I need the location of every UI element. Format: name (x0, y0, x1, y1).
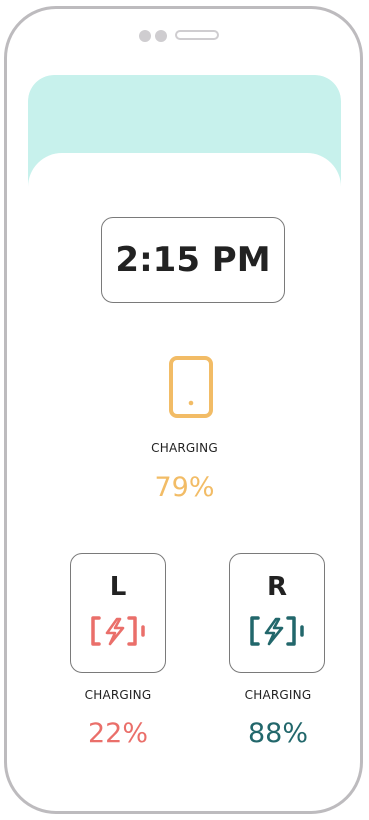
left-earbud-status-label: CHARGING (84, 688, 152, 702)
right-earbud-battery-percent: 88% (247, 718, 308, 749)
right-earbud-card: R (229, 553, 325, 673)
smartphone-icon (169, 356, 213, 418)
right-earbud-letter: R (266, 572, 288, 602)
right-earbud-status-label: CHARGING (244, 688, 312, 702)
left-earbud-battery-percent: 22% (87, 718, 148, 749)
left-earbud-letter: L (109, 572, 127, 602)
battery-charging-icon (250, 616, 304, 646)
speaker-grille (175, 30, 219, 40)
camera-notch (135, 26, 225, 44)
phone-status-label: CHARGING (151, 441, 218, 455)
time-text: 2:15 PM (115, 240, 271, 280)
app-screen: 2:15 PM CHARGING 79% L CHARGING 22% R CH… (28, 75, 341, 799)
phone-battery-percent: 79% (154, 472, 215, 503)
left-earbud-card: L (70, 553, 166, 673)
camera-dot (139, 30, 151, 42)
phone-frame: 2:15 PM CHARGING 79% L CHARGING 22% R CH… (4, 6, 363, 814)
time-display: 2:15 PM (101, 217, 285, 303)
battery-charging-icon (91, 616, 145, 646)
camera-dot (155, 30, 167, 42)
